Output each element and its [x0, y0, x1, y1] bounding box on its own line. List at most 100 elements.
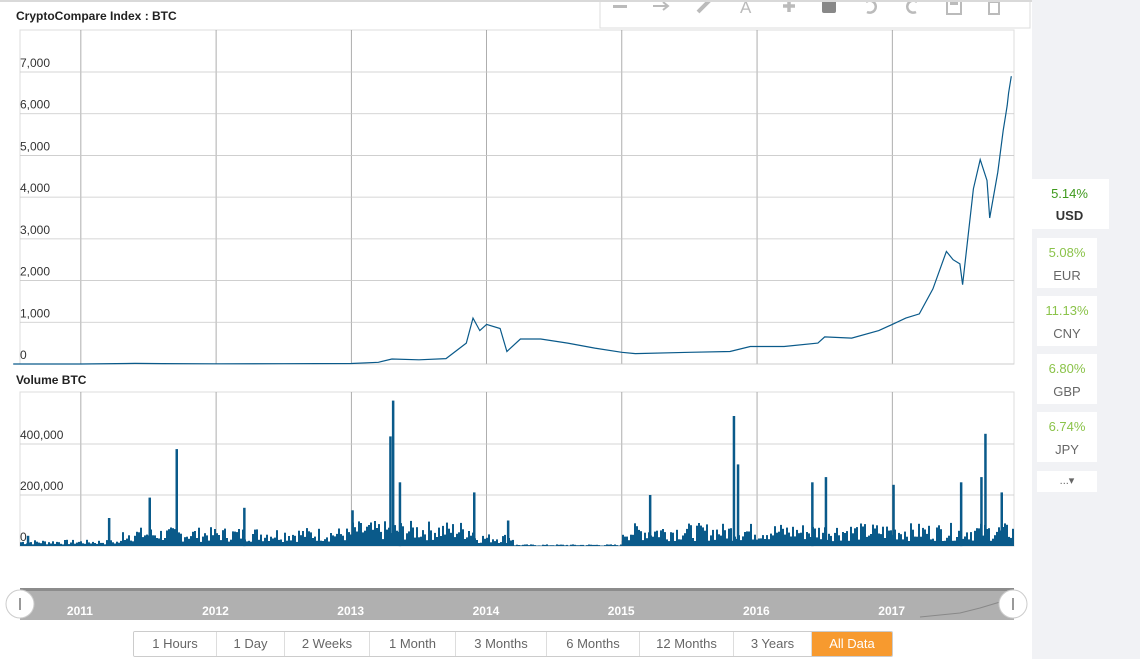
volume-bar-fill [122, 532, 124, 546]
currency-eur[interactable]: 5.08% EUR [1037, 238, 1097, 288]
volume-bar-fill [680, 539, 682, 546]
volume-bar-fill [446, 522, 448, 546]
volume-bar-fill [970, 532, 972, 546]
text-icon[interactable]: A [740, 0, 752, 17]
volume-bar-fill [82, 543, 84, 546]
volume-bar [175, 449, 178, 546]
volume-bar [389, 436, 392, 546]
volume-bar-fill [238, 529, 240, 546]
volume-bar-fill [370, 522, 372, 546]
volume-bar [243, 507, 246, 547]
volume-bar-fill [436, 537, 438, 546]
volume-bar-fill [358, 521, 360, 546]
volume-bar-fill [988, 528, 990, 546]
range-3-months[interactable]: 3 Months [455, 632, 546, 656]
volume-bar-fill [136, 531, 138, 546]
navigator-handle-left[interactable] [5, 589, 35, 619]
navigator-handle-right[interactable] [998, 589, 1028, 619]
volume-bar-fill [756, 539, 758, 546]
volume-bar-fill [832, 541, 834, 546]
range-all-data[interactable]: All Data [811, 632, 892, 656]
volume-bar-fill [260, 534, 262, 546]
volume-y-tick: 400,000 [20, 428, 64, 442]
volume-bar-fill [58, 542, 60, 546]
volume-bar-fill [746, 531, 748, 546]
volume-bar-fill [996, 531, 998, 546]
volume-bar-fill [678, 539, 680, 546]
range-6-months[interactable]: 6 Months [546, 632, 639, 656]
currency-jpy[interactable]: 6.74% JPY [1037, 412, 1097, 462]
more-currencies-button[interactable]: ...▾ [1037, 471, 1097, 492]
volume-bar-fill [428, 521, 430, 546]
navigator[interactable]: 2011 2012 2013 2014 2015 2016 2017 [5, 588, 1028, 620]
volume-bar-fill [900, 534, 902, 546]
volume-bar-fill [998, 527, 1000, 546]
volume-bar-fill [896, 539, 898, 546]
volume-bar-fill [500, 542, 502, 546]
volume-bar-fill [128, 535, 130, 546]
chart-area: A CryptoCompare Index : BTC 7,000 6,000 5,… [0, 0, 1032, 659]
volume-bar-fill [752, 539, 754, 546]
volume-bar-fill [968, 539, 970, 546]
volume-bar-fill [702, 527, 704, 546]
volume-bar-fill [714, 539, 716, 546]
currency-usd[interactable]: 5.14% USD [1030, 179, 1109, 229]
volume-bar-fill [406, 533, 408, 546]
volume-bar-fill [154, 535, 156, 546]
volume-bar-fill [470, 535, 472, 546]
currency-gbp[interactable]: 6.80% GBP [1037, 354, 1097, 404]
currency-usd-code: USD [1055, 208, 1084, 223]
volume-bar-fill [246, 541, 248, 546]
volume-bar-fill [204, 533, 206, 546]
navigator-year-label: 2013 [337, 604, 364, 618]
currency-cny[interactable]: 11.13% CNY [1037, 296, 1097, 346]
range-3-years[interactable]: 3 Years [733, 632, 811, 656]
volume-bar [648, 495, 652, 546]
volume-bar-fill [862, 526, 864, 546]
drawing-toolbar[interactable]: A [599, 0, 1031, 29]
range-1-hours[interactable]: 1 Hours [134, 632, 216, 656]
minus-icon[interactable] [613, 5, 627, 8]
volume-bar-fill [228, 541, 230, 546]
volume-bar-fill [494, 541, 496, 546]
range-12-months[interactable]: 12 Months [639, 632, 733, 656]
volume-plot-frame [19, 391, 1015, 547]
currency-usd-change: 5.14% [1051, 186, 1088, 201]
range-2-weeks[interactable]: 2 Weeks [284, 632, 369, 656]
volume-bar-fill [466, 537, 468, 546]
volume-bar-fill [882, 526, 884, 546]
volume-bar-fill [778, 531, 780, 546]
volume-bar-fill [888, 530, 890, 546]
volume-bar-fill [68, 544, 70, 546]
volume-bar-fill [270, 536, 272, 546]
volume-bar-fill [552, 545, 554, 546]
volume-bar-fill [210, 527, 212, 546]
volume-bar-fill [312, 538, 314, 546]
volume-bar-fill [556, 544, 558, 546]
volume-bar-fill [740, 540, 742, 546]
volume-bar-fill [188, 538, 190, 546]
volume-bar-fill [924, 529, 926, 546]
volume-bar-fill [572, 544, 574, 546]
volume-bar-fill [510, 540, 512, 546]
volume-bar-fill [24, 544, 26, 546]
volume-bar-fill [842, 532, 844, 546]
range-1-month[interactable]: 1 Month [369, 632, 455, 656]
volume-bar-fill [314, 536, 316, 546]
volume-bar-fill [430, 530, 432, 546]
volume-bar [26, 535, 30, 546]
volume-bar-fill [342, 535, 344, 546]
volume-bar-fill [692, 538, 694, 546]
volume-bar-fill [90, 543, 92, 546]
volume-bar-fill [718, 534, 720, 546]
volume-bar-fill [130, 540, 132, 546]
volume-bar-fill [630, 534, 632, 546]
price-y-axis: 7,000 6,000 5,000 4,000 3,000 2,000 1,000 0 [20, 56, 50, 362]
volume-bar-fill [262, 541, 264, 546]
volume-bar-fill [604, 545, 606, 546]
volume-bar-fill [958, 530, 960, 546]
navigator-year-label: 2011 [67, 604, 93, 618]
volume-bar-fill [460, 522, 462, 546]
range-1-day[interactable]: 1 Day [216, 632, 284, 656]
volume-bar-fill [602, 545, 604, 546]
